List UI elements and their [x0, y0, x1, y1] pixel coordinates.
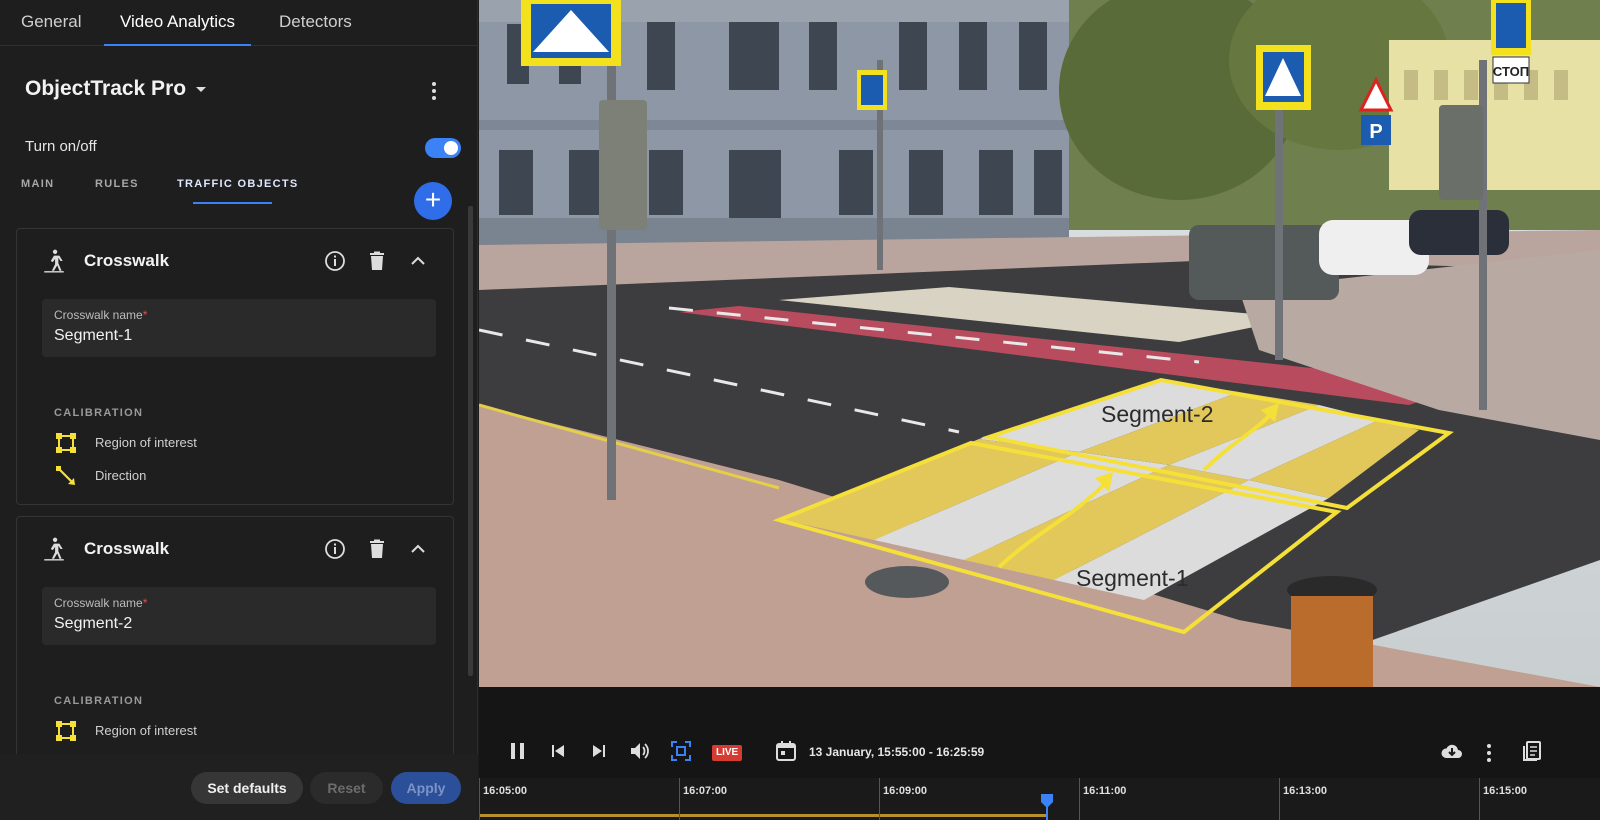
- export-report-icon[interactable]: [1520, 739, 1544, 763]
- timeline-tick-label: 16:07:00: [683, 785, 728, 797]
- field-label: Crosswalk name: [54, 596, 143, 610]
- toggle-label: Turn on/off: [25, 138, 97, 155]
- skip-next-icon[interactable]: [587, 739, 611, 763]
- timeline-tick-label: 16:09:00: [883, 785, 928, 797]
- timeline-tick-label: 16:15:00: [1483, 785, 1528, 797]
- stop-sign-text: СТОП: [1493, 64, 1529, 79]
- delete-icon[interactable]: [365, 537, 389, 561]
- player-more-icon[interactable]: [1482, 739, 1496, 763]
- timeline-tick: 16:05:00: [479, 778, 527, 820]
- module-selector[interactable]: ObjectTrack Pro: [25, 77, 207, 101]
- caret-down-icon: [196, 86, 207, 92]
- timeline-tick: 16:07:00: [679, 778, 727, 820]
- crosswalk-card: Crosswalk Crosswalk name* CALIBRATION Re…: [16, 228, 454, 505]
- tab-general[interactable]: General: [21, 0, 81, 46]
- scrollbar[interactable]: [468, 206, 473, 676]
- card-title: Crosswalk: [84, 251, 170, 270]
- player-controls: LIVE 13 January, 15:55:00 - 16:25:59: [479, 722, 1600, 778]
- date-range[interactable]: 13 January, 15:55:00 - 16:25:59: [809, 745, 984, 759]
- pause-icon[interactable]: [506, 739, 530, 763]
- required-mark: *: [142, 308, 148, 322]
- crosswalk-name-input[interactable]: [54, 327, 414, 345]
- chevron-up-icon[interactable]: [406, 249, 430, 273]
- cloud-download-icon[interactable]: [1440, 739, 1464, 763]
- more-vert-icon[interactable]: [425, 80, 443, 102]
- crosswalk-card: Crosswalk Crosswalk name* CALIBRATION Re…: [16, 516, 454, 754]
- timeline-tick-label: 16:13:00: [1283, 785, 1328, 797]
- crosswalk-name-input[interactable]: [54, 615, 414, 633]
- timeline-tick: 16:11:00: [1079, 778, 1126, 820]
- focus-area-icon[interactable]: [669, 739, 693, 763]
- info-icon[interactable]: [323, 537, 347, 561]
- calendar-icon[interactable]: [774, 739, 798, 763]
- street-scene: СТОП P Segment-2 Segment-1: [479, 0, 1600, 687]
- top-tabs: General Video Analytics Detectors: [0, 0, 478, 46]
- pedestrian-icon: [44, 249, 64, 273]
- module-toggle[interactable]: [425, 138, 461, 158]
- crosswalk-name-field[interactable]: Crosswalk name*: [42, 587, 436, 645]
- volume-icon[interactable]: [628, 739, 652, 763]
- calibration-label: Region of interest: [95, 723, 197, 738]
- panel-footer: Set defaults Reset Apply: [0, 754, 478, 820]
- camera-view[interactable]: СТОП P Segment-2 Segment-1: [479, 0, 1600, 687]
- apply-button[interactable]: Apply: [391, 772, 461, 804]
- region-icon: [56, 721, 76, 741]
- traffic-object-list: Crosswalk Crosswalk name* CALIBRATION Re…: [0, 206, 464, 754]
- crosswalk-name-field[interactable]: Crosswalk name*: [42, 299, 436, 357]
- calibration-label: Direction: [95, 468, 147, 483]
- timeline[interactable]: 16:05:00 16:07:00 16:09:00 16:11:00 16:13:00…: [479, 778, 1600, 820]
- timeline-cursor[interactable]: [1041, 794, 1054, 820]
- subtab-indicator: [193, 202, 272, 204]
- segment-2-label: Segment-2: [1101, 401, 1214, 427]
- calibration-title: CALIBRATION: [54, 695, 144, 707]
- timeline-progress: [479, 814, 1048, 817]
- video-player: СТОП P Segment-2 Segment-1 LIVE 13 Janua…: [479, 0, 1600, 820]
- field-label: Crosswalk name: [54, 308, 143, 322]
- skip-previous-icon[interactable]: [546, 739, 570, 763]
- info-icon[interactable]: [323, 249, 347, 273]
- calibration-label: Region of interest: [95, 435, 197, 450]
- timeline-tick-label: 16:05:00: [483, 785, 528, 797]
- timeline-tick: 16:13:00: [1279, 778, 1327, 820]
- pedestrian-icon: [44, 537, 64, 561]
- set-defaults-button[interactable]: Set defaults: [191, 772, 303, 804]
- card-header[interactable]: Crosswalk: [17, 229, 453, 289]
- card-title: Crosswalk: [84, 539, 170, 558]
- subtab-main[interactable]: MAIN: [21, 178, 54, 190]
- subtab-rules[interactable]: RULES: [95, 178, 139, 190]
- segment-1-label: Segment-1: [1076, 565, 1189, 591]
- timeline-tick-label: 16:11:00: [1083, 785, 1127, 797]
- card-header[interactable]: Crosswalk: [17, 517, 453, 577]
- parking-sign-p: P: [1369, 121, 1382, 143]
- live-button[interactable]: LIVE: [712, 745, 743, 761]
- delete-icon[interactable]: [365, 249, 389, 273]
- timeline-tick: 16:09:00: [879, 778, 927, 820]
- tab-video-analytics[interactable]: Video Analytics: [104, 0, 251, 46]
- tab-detectors[interactable]: Detectors: [279, 0, 352, 46]
- timeline-tick: 16:15:00: [1479, 778, 1527, 820]
- settings-panel: General Video Analytics Detectors Object…: [0, 0, 478, 820]
- direction-icon: [56, 466, 75, 485]
- module-title: ObjectTrack Pro: [25, 77, 187, 100]
- required-mark: *: [142, 596, 148, 610]
- region-icon: [56, 433, 76, 453]
- calibration-title: CALIBRATION: [54, 407, 144, 419]
- chevron-up-icon[interactable]: [406, 537, 430, 561]
- subtab-traffic-objects[interactable]: TRAFFIC OBJECTS: [177, 178, 299, 190]
- reset-button[interactable]: Reset: [310, 772, 383, 804]
